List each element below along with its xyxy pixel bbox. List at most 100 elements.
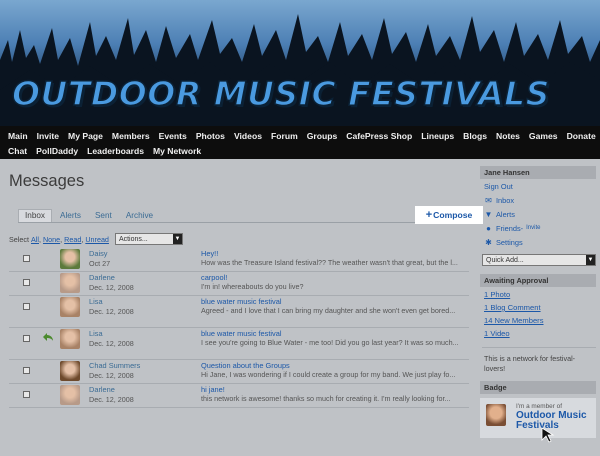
- nav-item-photos[interactable]: Photos: [196, 131, 225, 141]
- approval-new-members-link[interactable]: 14 New Members: [480, 316, 596, 329]
- replied-arrow-icon: [43, 333, 53, 341]
- message-row[interactable]: Lisa Dec. 12, 2008 blue water music festiv…: [9, 328, 469, 360]
- nav-item-forum[interactable]: Forum: [271, 131, 298, 141]
- sidebar-item-alerts[interactable]: ▼ Alerts: [480, 207, 596, 221]
- tab-sent[interactable]: Sent: [89, 210, 118, 222]
- chevron-down-icon: ▼: [172, 234, 182, 244]
- site-title[interactable]: OUTDOOR MUSIC FESTIVALS: [11, 73, 550, 114]
- sidebar: Jane Hansen Sign Out ✉ Inbox ▼ Alerts ● …: [480, 166, 596, 438]
- sender-avatar[interactable]: [60, 361, 80, 381]
- message-date: Dec. 12, 2008: [89, 307, 134, 316]
- sender-name[interactable]: Chad Summers: [89, 361, 140, 370]
- nav-item-videos[interactable]: Videos: [234, 131, 262, 141]
- sign-out-link[interactable]: Sign Out: [484, 182, 513, 191]
- nav-item-events[interactable]: Events: [159, 131, 187, 141]
- sender-avatar[interactable]: [60, 297, 80, 317]
- nav-item-cafepress-shop[interactable]: CafePress Shop: [346, 131, 412, 141]
- nav-item-my-network[interactable]: My Network: [153, 146, 201, 156]
- sender-name[interactable]: Darlene: [89, 385, 115, 394]
- select-controls: Select All, None, Read, Unread Actions..…: [9, 233, 183, 245]
- message-subject[interactable]: Question about the Groups: [201, 361, 290, 370]
- sender-name[interactable]: Daisy: [89, 249, 107, 258]
- message-row[interactable]: Darlene Dec. 12, 2008 hi jane! this network…: [9, 384, 469, 408]
- message-subject[interactable]: blue water music festival: [201, 297, 282, 306]
- sender-avatar[interactable]: [60, 273, 80, 293]
- tab-archive[interactable]: Archive: [120, 210, 159, 222]
- nav-row-secondary: Chat PollDaddy Leaderboards My Network: [8, 143, 594, 158]
- header-banner: OUTDOOR MUSIC FESTIVALS: [0, 0, 600, 126]
- select-read-link[interactable]: Read: [64, 235, 81, 244]
- message-checkbox[interactable]: [23, 335, 30, 342]
- message-checkbox[interactable]: [23, 303, 30, 310]
- sender-avatar[interactable]: [60, 385, 80, 405]
- sender-avatar[interactable]: [60, 249, 80, 269]
- sidebar-item-friends[interactable]: ● Friends - Invite: [480, 221, 596, 235]
- page-title: Messages: [9, 172, 85, 190]
- message-preview: I'm in! whereabouts do you live?: [201, 282, 304, 291]
- quick-add-value: Quick Add...: [486, 256, 524, 264]
- network-badge[interactable]: I'm a member of Outdoor Music Festivals: [480, 398, 596, 438]
- tab-inbox[interactable]: Inbox: [18, 209, 53, 222]
- nav-item-games[interactable]: Games: [529, 131, 558, 141]
- nav-item-notes[interactable]: Notes: [496, 131, 520, 141]
- messages-panel: Messages Inbox Alerts Sent Archive + Com…: [8, 160, 483, 456]
- message-subject[interactable]: carpool!: [201, 273, 227, 282]
- sidebar-item-label: Settings: [496, 237, 523, 247]
- nav-item-chat[interactable]: Chat: [8, 146, 27, 156]
- approval-photo-link[interactable]: 1 Photo: [480, 290, 596, 303]
- message-date: Oct 27: [89, 259, 111, 268]
- actions-dropdown[interactable]: Actions... ▼: [114, 233, 183, 245]
- nav-item-main[interactable]: Main: [8, 131, 28, 141]
- sidebar-item-label: Friends: [496, 223, 521, 233]
- message-list: Daisy Oct 27 Hey!! How was the Treasure Isl…: [9, 248, 469, 408]
- friends-separator: -: [520, 223, 524, 233]
- gear-icon: ✱: [485, 237, 492, 247]
- message-subject[interactable]: hi jane!: [201, 385, 225, 394]
- message-tabs: Inbox Alerts Sent Archive: [18, 208, 161, 222]
- message-checkbox[interactable]: [23, 367, 30, 374]
- message-row[interactable]: Daisy Oct 27 Hey!! How was the Treasure Isl…: [9, 248, 469, 272]
- approval-video-link[interactable]: 1 Video: [480, 329, 596, 342]
- nav-item-polldaddy[interactable]: PollDaddy: [36, 146, 78, 156]
- select-none-link[interactable]: None: [43, 235, 60, 244]
- actions-dropdown-value: Actions...: [118, 235, 148, 243]
- sidebar-item-settings[interactable]: ✱ Settings: [480, 235, 596, 249]
- compose-button[interactable]: + Compose: [415, 206, 483, 224]
- sidebar-item-label: Alerts: [496, 209, 515, 219]
- message-row[interactable]: Lisa Dec. 12, 2008 blue water music festiv…: [9, 296, 469, 328]
- nav-item-blogs[interactable]: Blogs: [463, 131, 487, 141]
- invite-link[interactable]: Invite: [526, 225, 540, 231]
- alert-icon: ▼: [484, 209, 493, 219]
- message-date: Dec. 12, 2008: [89, 371, 134, 380]
- message-checkbox[interactable]: [23, 255, 30, 262]
- sender-name[interactable]: Darlene: [89, 273, 115, 282]
- sender-avatar[interactable]: [60, 329, 80, 349]
- message-row[interactable]: Darlene Dec. 12, 2008 carpool! I'm in! wher…: [9, 272, 469, 296]
- select-all-link[interactable]: All: [31, 235, 39, 244]
- message-subject[interactable]: blue water music festival: [201, 329, 282, 338]
- message-checkbox[interactable]: [23, 279, 30, 286]
- badge-heading: Badge: [480, 381, 596, 394]
- nav-item-my-page[interactable]: My Page: [68, 131, 103, 141]
- nav-row-primary: Main Invite My Page Members Events Photos Vide…: [8, 128, 596, 143]
- nav-item-groups[interactable]: Groups: [307, 131, 338, 141]
- nav-item-members[interactable]: Members: [112, 131, 150, 141]
- nav-item-lineups[interactable]: Lineups: [421, 131, 454, 141]
- sidebar-item-inbox[interactable]: ✉ Inbox: [480, 193, 596, 207]
- tab-alerts[interactable]: Alerts: [54, 210, 87, 222]
- select-unread-link[interactable]: Unread: [85, 235, 109, 244]
- approval-heading: Awaiting Approval: [480, 274, 596, 287]
- quick-add-dropdown[interactable]: Quick Add... ▼: [482, 254, 596, 266]
- nav-item-leaderboards[interactable]: Leaderboards: [87, 146, 144, 156]
- message-checkbox[interactable]: [23, 391, 30, 398]
- message-subject[interactable]: Hey!!: [201, 249, 218, 258]
- compose-label: Compose: [433, 210, 473, 220]
- message-row[interactable]: Chad Summers Dec. 12, 2008 Question about …: [9, 360, 469, 384]
- message-date: Dec. 12, 2008: [89, 395, 134, 404]
- approval-blog-comment-link[interactable]: 1 Blog Comment: [480, 303, 596, 316]
- nav-item-donate[interactable]: Donate: [567, 131, 596, 141]
- message-preview: this network is awesome! thanks so much …: [201, 394, 451, 403]
- sender-name[interactable]: Lisa: [89, 329, 103, 338]
- sender-name[interactable]: Lisa: [89, 297, 103, 306]
- nav-item-invite[interactable]: Invite: [37, 131, 59, 141]
